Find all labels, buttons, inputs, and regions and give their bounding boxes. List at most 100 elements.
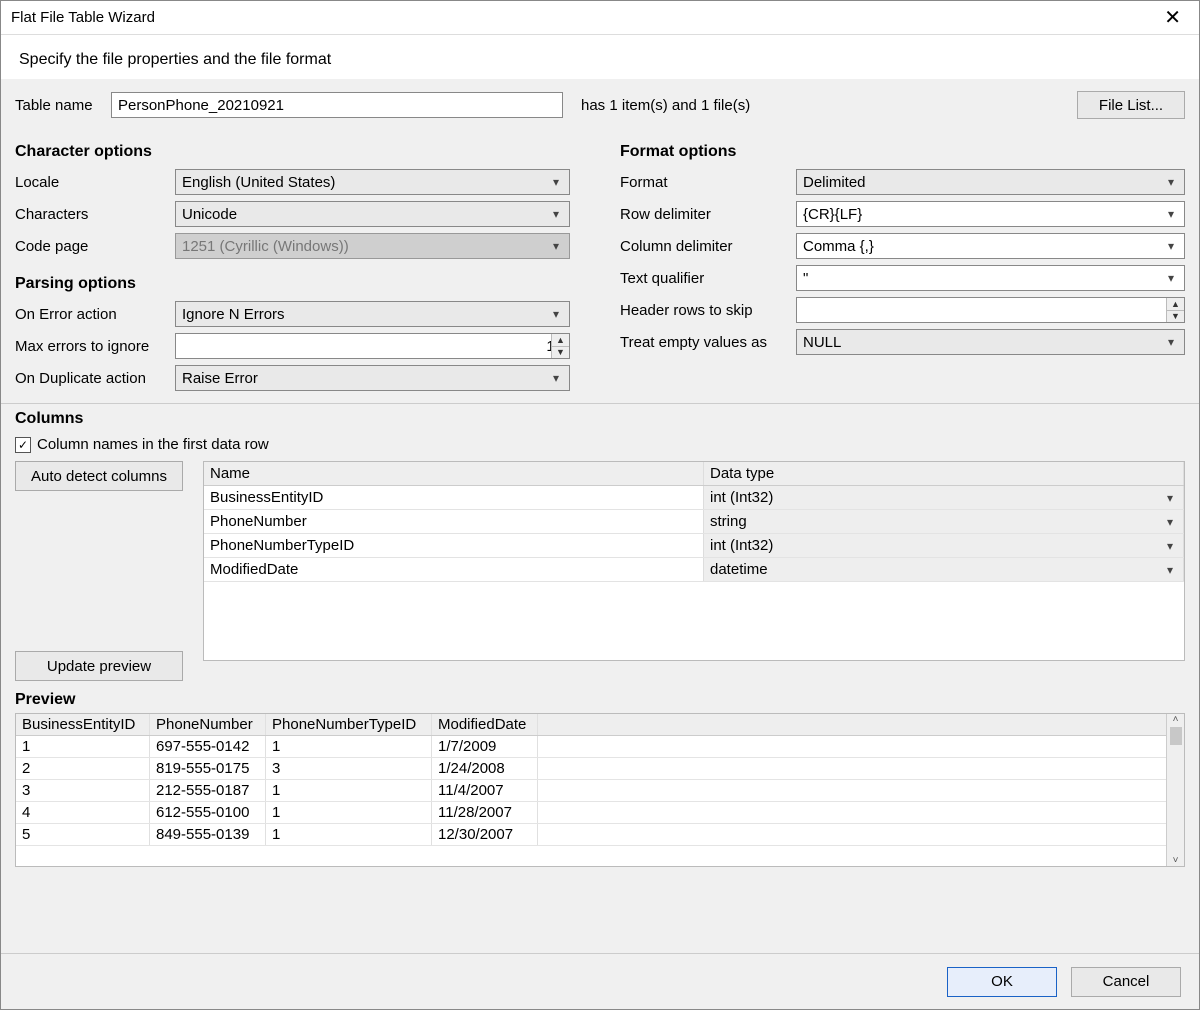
column-type-combo[interactable]: datetime▾ — [704, 558, 1184, 581]
auto-detect-button[interactable]: Auto detect columns — [15, 461, 183, 491]
empty-as-combo[interactable]: NULL ▾ — [796, 329, 1185, 355]
preview-row: 4612-555-0100111/28/2007 — [16, 802, 1166, 824]
preview-header: BusinessEntityID — [16, 714, 150, 735]
format-combo[interactable]: Delimited ▾ — [796, 169, 1185, 195]
column-name: PhoneNumber — [204, 510, 704, 533]
file-list-button[interactable]: File List... — [1077, 91, 1185, 119]
columns-row[interactable]: BusinessEntityIDint (Int32)▾ — [204, 486, 1184, 510]
chevron-down-icon: ▾ — [547, 239, 565, 253]
footer: OK Cancel — [1, 953, 1199, 1009]
first-row-names-checkbox[interactable]: ✓ — [15, 437, 31, 453]
columns-row[interactable]: PhoneNumberTypeIDint (Int32)▾ — [204, 534, 1184, 558]
chevron-down-icon: ▾ — [547, 175, 565, 189]
row-delim-combo[interactable]: {CR}{LF} ▾ — [796, 201, 1185, 227]
scroll-up-icon[interactable]: ˄ — [1173, 714, 1179, 725]
col-delim-combo[interactable]: Comma {,} ▾ — [796, 233, 1185, 259]
text-qual-label: Text qualifier — [620, 270, 796, 287]
locale-combo[interactable]: English (United States) ▾ — [175, 169, 570, 195]
scroll-down-icon[interactable]: ˅ — [1173, 855, 1179, 866]
preview-scrollbar[interactable]: ˄ ˅ — [1166, 714, 1184, 866]
header-skip-label: Header rows to skip — [620, 302, 796, 319]
chevron-down-icon: ▾ — [547, 207, 565, 221]
columns-heading: Columns — [15, 410, 1185, 428]
max-errors-spin[interactable]: ▲▼ — [551, 334, 569, 358]
preview-cell: 612-555-0100 — [150, 802, 266, 823]
on-error-value: Ignore N Errors — [182, 306, 285, 323]
on-duplicate-label: On Duplicate action — [15, 370, 175, 387]
max-errors-stepper[interactable] — [175, 333, 570, 359]
preview-row: 3212-555-0187111/4/2007 — [16, 780, 1166, 802]
col-header-type: Data type — [704, 462, 1184, 485]
first-row-names-label: Column names in the first data row — [37, 436, 269, 453]
preview-cell: 1 — [266, 824, 432, 845]
preview-cell: 5 — [16, 824, 150, 845]
chevron-down-icon: ▾ — [1162, 271, 1180, 285]
codepage-label: Code page — [15, 238, 175, 255]
preview-cell: 4 — [16, 802, 150, 823]
col-delim-value: Comma {,} — [803, 238, 874, 255]
header-skip-spin[interactable]: ▲▼ — [1166, 298, 1184, 322]
on-error-combo[interactable]: Ignore N Errors ▾ — [175, 301, 570, 327]
preview-cell: 2 — [16, 758, 150, 779]
text-qual-combo[interactable]: " ▾ — [796, 265, 1185, 291]
locale-value: English (United States) — [182, 174, 335, 191]
locale-label: Locale — [15, 174, 175, 191]
row-delim-value: {CR}{LF} — [803, 206, 862, 223]
update-preview-button[interactable]: Update preview — [15, 651, 183, 681]
preview-cell: 3 — [266, 758, 432, 779]
chevron-down-icon: ▾ — [1161, 515, 1179, 529]
text-qual-value: " — [803, 270, 808, 287]
empty-as-value: NULL — [803, 334, 841, 351]
preview-cell: 1/24/2008 — [432, 758, 538, 779]
format-label: Format — [620, 174, 796, 191]
preview-cell: 1/7/2009 — [432, 736, 538, 757]
char-options-heading: Character options — [15, 143, 580, 161]
preview-cell: 212-555-0187 — [150, 780, 266, 801]
preview-header: PhoneNumber — [150, 714, 266, 735]
characters-value: Unicode — [182, 206, 237, 223]
cancel-button[interactable]: Cancel — [1071, 967, 1181, 997]
scroll-thumb[interactable] — [1170, 727, 1182, 745]
chevron-down-icon: ▾ — [547, 307, 565, 321]
codepage-value: 1251 (Cyrillic (Windows)) — [182, 238, 349, 255]
preview-cell: 1 — [16, 736, 150, 757]
table-name-input[interactable] — [111, 92, 563, 118]
columns-row[interactable]: PhoneNumberstring▾ — [204, 510, 1184, 534]
column-type-combo[interactable]: int (Int32)▾ — [704, 486, 1184, 509]
close-icon[interactable]: ✕ — [1156, 4, 1189, 32]
column-type-combo[interactable]: int (Int32)▾ — [704, 534, 1184, 557]
preview-header: PhoneNumberTypeID — [266, 714, 432, 735]
preview-cell: 697-555-0142 — [150, 736, 266, 757]
page-subtitle: Specify the file properties and the file… — [1, 35, 1199, 79]
preview-cell: 1 — [266, 802, 432, 823]
col-header-name: Name — [204, 462, 704, 485]
format-options-heading: Format options — [620, 143, 1185, 161]
characters-combo[interactable]: Unicode ▾ — [175, 201, 570, 227]
preview-grid: BusinessEntityIDPhoneNumberPhoneNumberTy… — [16, 714, 1166, 866]
on-error-label: On Error action — [15, 306, 175, 323]
preview-header: ModifiedDate — [432, 714, 538, 735]
column-name: PhoneNumberTypeID — [204, 534, 704, 557]
chevron-down-icon: ▾ — [1161, 491, 1179, 505]
preview-cell: 11/28/2007 — [432, 802, 538, 823]
preview-cell: 1 — [266, 736, 432, 757]
column-type-combo[interactable]: string▾ — [704, 510, 1184, 533]
preview-cell: 819-555-0175 — [150, 758, 266, 779]
titlebar: Flat File Table Wizard ✕ — [1, 1, 1199, 35]
column-name: ModifiedDate — [204, 558, 704, 581]
preview-row: 5849-555-0139112/30/2007 — [16, 824, 1166, 846]
content-area: Table name has 1 item(s) and 1 file(s) F… — [1, 79, 1199, 953]
ok-button[interactable]: OK — [947, 967, 1057, 997]
on-duplicate-combo[interactable]: Raise Error ▾ — [175, 365, 570, 391]
parsing-options-heading: Parsing options — [15, 275, 580, 293]
preview-row: 2819-555-017531/24/2008 — [16, 758, 1166, 780]
chevron-down-icon: ▾ — [1162, 175, 1180, 189]
column-name: BusinessEntityID — [204, 486, 704, 509]
columns-row[interactable]: ModifiedDatedatetime▾ — [204, 558, 1184, 582]
preview-cell: 12/30/2007 — [432, 824, 538, 845]
col-delim-label: Column delimiter — [620, 238, 796, 255]
empty-as-label: Treat empty values as — [620, 334, 796, 351]
header-skip-stepper[interactable] — [796, 297, 1185, 323]
chevron-down-icon: ▾ — [1161, 563, 1179, 577]
max-errors-label: Max errors to ignore — [15, 338, 175, 355]
